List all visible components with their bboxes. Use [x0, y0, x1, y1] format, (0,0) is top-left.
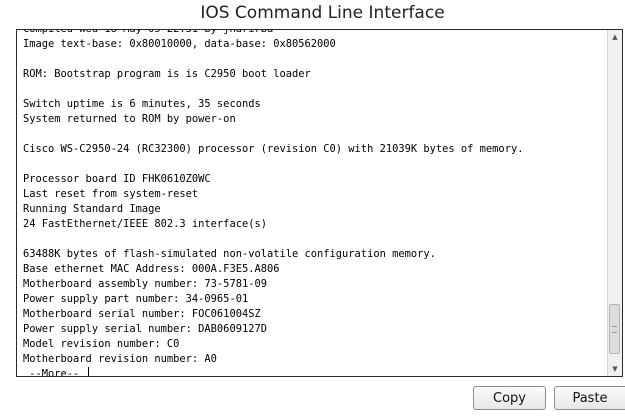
terminal-line: Motherboard serial number: FOC061004SZ: [23, 308, 261, 320]
terminal-line: Image text-base: 0x80010000, data-base: …: [23, 38, 336, 50]
terminal-scrollbar[interactable]: ▲ ▼: [607, 30, 622, 376]
terminal-panel[interactable]: Compiled Wed 18-May-05 22:31 by jharirba…: [16, 29, 623, 377]
terminal-line: Switch uptime is 6 minutes, 35 seconds: [23, 98, 261, 110]
terminal-line: Running Standard Image: [23, 203, 161, 215]
terminal-line: Motherboard assembly number: 73-5781-09: [23, 278, 267, 290]
terminal-line: Power supply serial number: DAB0609127D: [23, 323, 267, 335]
cli-window: IOS Command Line Interface Compiled Wed …: [0, 0, 625, 416]
terminal-output[interactable]: Compiled Wed 18-May-05 22:31 by jharirba…: [23, 29, 604, 376]
terminal-line: Processor board ID FHK0610Z0WC: [23, 173, 211, 185]
terminal-line: 24 FastEthernet/IEEE 802.3 interface(s): [23, 218, 267, 230]
terminal-line: Motherboard revision number: A0: [23, 353, 217, 365]
scroll-thumb[interactable]: [609, 304, 620, 354]
terminal-line: Model revision number: C0: [23, 338, 180, 350]
terminal-line: ROM: Bootstrap program is is C2950 boot …: [23, 68, 311, 80]
terminal-line: Cisco WS-C2950-24 (RC32300) processor (r…: [23, 143, 524, 155]
paste-button[interactable]: Paste: [554, 386, 625, 410]
scroll-down-arrow-icon[interactable]: ▼: [608, 362, 622, 376]
text-cursor: [87, 367, 89, 376]
terminal-line: 63488K bytes of flash-simulated non-vola…: [23, 248, 436, 260]
window-title: IOS Command Line Interface: [200, 3, 445, 23]
terminal-line: Base ethernet MAC Address: 000A.F3E5.A80…: [23, 263, 280, 275]
terminal-line: --More--: [23, 367, 604, 376]
terminal-line: Compiled Wed 18-May-05 22:31 by jharirba: [23, 29, 274, 35]
terminal-line: Last reset from system-reset: [23, 188, 199, 200]
terminal-line: Power supply part number: 34-0965-01: [23, 293, 249, 305]
copy-button[interactable]: Copy: [473, 386, 546, 410]
scroll-up-arrow-icon[interactable]: ▲: [608, 30, 622, 44]
terminal-line: System returned to ROM by power-on: [23, 113, 236, 125]
